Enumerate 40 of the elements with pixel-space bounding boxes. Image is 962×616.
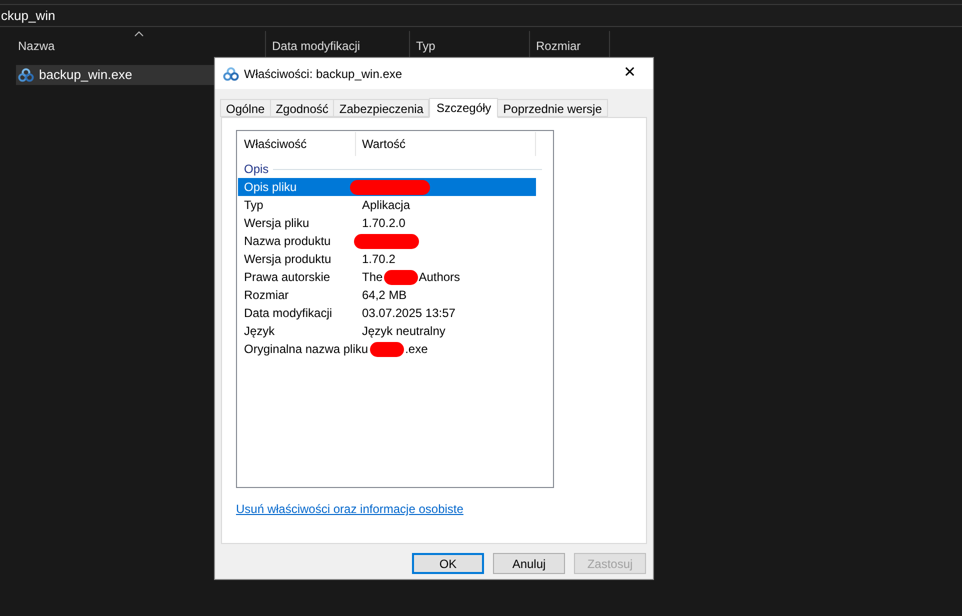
property-row[interactable]: Wersja produktu 1.70.2	[238, 250, 536, 268]
address-text: ckup_win	[0, 6, 56, 25]
dialog-button[interactable]: OK	[412, 553, 484, 574]
property-row[interactable]: Data modyfikacji 03.07.2025 13:57	[238, 304, 536, 322]
file-row[interactable]: backup_win.exe	[16, 65, 216, 85]
property-row[interactable]: Oryginalna nazwa pliku .exe	[238, 340, 536, 358]
remove-properties-link[interactable]: Usuń właściwości oraz informacje osobiste	[236, 500, 464, 518]
sort-caret-icon	[134, 31, 144, 37]
tab[interactable]: Szczegóły	[429, 98, 498, 118]
redaction-mark	[384, 270, 418, 284]
property-row[interactable]: Typ Aplikacja	[238, 196, 536, 214]
property-row[interactable]: Rozmiar 64,2 MB	[238, 286, 536, 304]
redaction-mark	[370, 342, 404, 356]
property-row[interactable]: Wersja pliku 1.70.2.0	[238, 214, 536, 232]
property-value: Język neutralny	[362, 323, 446, 340]
property-row[interactable]: Opis pliku	[238, 178, 536, 196]
property-value: The	[362, 269, 383, 286]
property-value: 64,2 MB	[362, 287, 407, 304]
property-row[interactable]: Nazwa produktu	[238, 232, 536, 250]
window-title: Właściwości: backup_win.exe	[244, 66, 402, 82]
redaction-mark	[354, 234, 419, 248]
list-column-header[interactable]: Wartość	[356, 132, 536, 156]
property-value: 1.70.2	[362, 251, 396, 268]
tab[interactable]: Poprzednie wersje	[497, 99, 608, 117]
tab[interactable]: Zabezpieczenia	[333, 99, 430, 117]
property-value: .exe	[405, 341, 428, 358]
tab[interactable]: Zgodność	[270, 99, 334, 117]
cloud-icon	[223, 66, 239, 82]
dialog-button[interactable]: Anuluj	[493, 553, 565, 574]
property-value: 1.70.2.0	[362, 215, 406, 232]
property-value: 03.07.2025 13:57	[362, 305, 456, 322]
close-button[interactable]: ✕	[607, 58, 653, 89]
property-value: Aplikacja	[362, 197, 410, 214]
cloud-icon	[18, 67, 34, 83]
property-row[interactable]: Język Język neutralny	[238, 322, 536, 340]
group-label: Opis	[244, 161, 269, 178]
list-column-header[interactable]: Właściwość	[238, 132, 356, 156]
property-row[interactable]: Prawa autorskie The Authors	[238, 268, 536, 286]
tab[interactable]: Ogólne	[220, 99, 271, 117]
property-value: Authors	[418, 269, 460, 286]
